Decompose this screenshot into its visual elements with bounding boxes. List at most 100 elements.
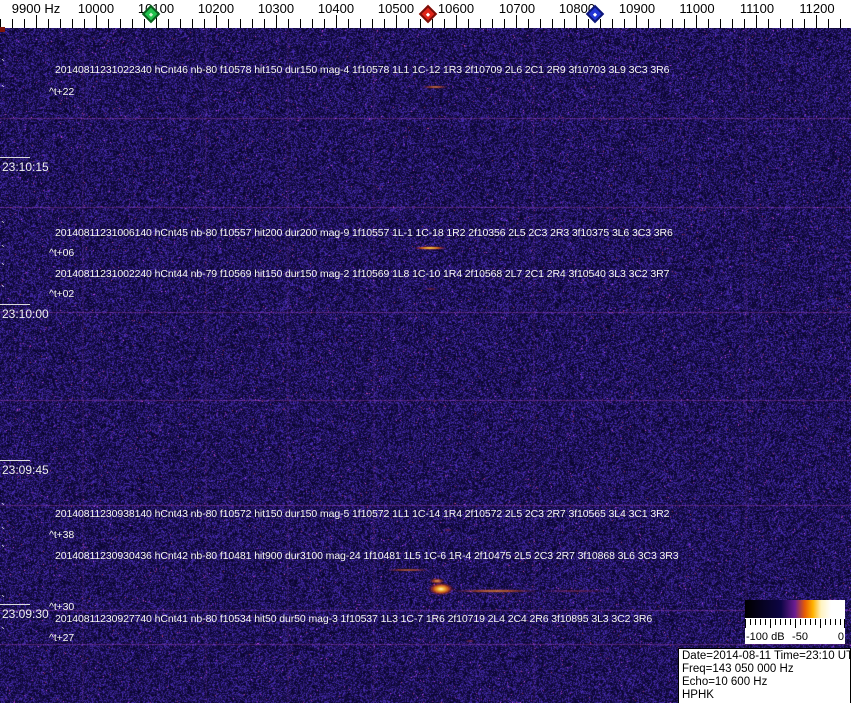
- ruler-major-tick: [756, 15, 757, 28]
- info-box-line: Freq=143 050 000 Hz: [682, 663, 847, 676]
- frequency-tick-label: 10900: [619, 1, 655, 16]
- ruler-minor-tick: [672, 19, 673, 28]
- marker-center-dot: [149, 12, 153, 16]
- ruler-minor-tick: [432, 19, 433, 28]
- colorbar-tick: [745, 619, 746, 628]
- ruler-minor-tick: [828, 19, 829, 28]
- ruler-minor-tick: [744, 19, 745, 28]
- ruler-major-tick: [276, 15, 277, 28]
- left-edge-tick: `: [1, 60, 5, 68]
- ruler-major-tick: [96, 15, 97, 28]
- ruler-minor-tick: [24, 19, 25, 28]
- detection-time-tag: ^t+30: [49, 601, 74, 613]
- frequency-tick-label: 11000: [679, 1, 714, 16]
- ruler-minor-tick: [324, 19, 325, 28]
- ruler-minor-tick: [708, 19, 709, 28]
- ruler-minor-tick: [624, 19, 625, 28]
- ruler-major-tick: [456, 15, 457, 28]
- ruler-minor-tick: [792, 19, 793, 28]
- ruler-minor-tick: [660, 19, 661, 28]
- colorbar-tick: [750, 619, 751, 625]
- left-edge-tick: `: [1, 504, 5, 512]
- left-edge-tick: `: [1, 86, 5, 94]
- ruler-minor-tick: [264, 19, 265, 28]
- colorbar-tick: [765, 619, 766, 625]
- ruler-minor-tick: [228, 19, 229, 28]
- info-box-line: Date=2014-08-11 Time=23:10 UTC: [682, 650, 847, 663]
- ruler-minor-tick: [840, 19, 841, 28]
- colorbar-tick: [835, 619, 836, 625]
- time-tick-line: [0, 157, 30, 158]
- colorbar-tick: [760, 619, 761, 625]
- spectrogram-waterfall[interactable]: [0, 28, 851, 703]
- colorbar-tick: [770, 619, 771, 628]
- frequency-ruler[interactable]: 9900 Hz 10000 10100 10200 10300 10400 10500 106…: [0, 0, 851, 28]
- frequency-tick-label: 10500: [378, 1, 414, 16]
- time-axis-label: 23:09:45: [2, 463, 49, 477]
- red-frequency-marker-icon[interactable]: [419, 5, 437, 23]
- ruler-minor-tick: [144, 19, 145, 28]
- detection-log-line: 20140811230927740 hCnt41 nb-80 f10534 hi…: [55, 613, 652, 625]
- ruler-minor-tick: [360, 19, 361, 28]
- color-gradient-bar: [745, 600, 845, 618]
- ruler-major-tick: [696, 15, 697, 28]
- ruler-minor-tick: [60, 19, 61, 28]
- ruler-minor-tick: [444, 19, 445, 28]
- colorbar-tick: [795, 619, 796, 628]
- ruler-minor-tick: [192, 19, 193, 28]
- frequency-tick-label: 9900 Hz: [12, 1, 60, 16]
- ruler-minor-tick: [468, 19, 469, 28]
- time-axis-label: 23:09:30: [2, 607, 49, 621]
- detection-log-line: 20140811231022340 hCnt46 nb-80 f10578 hi…: [55, 64, 669, 76]
- ruler-major-tick: [336, 15, 337, 28]
- detection-log-line: 20140811231002240 hCnt44 nb-79 f10569 hi…: [55, 268, 669, 280]
- ruler-minor-tick: [480, 19, 481, 28]
- color-scale-ruler: -100 dB -50 0: [745, 618, 845, 644]
- ruler-major-tick: [516, 15, 517, 28]
- ruler-minor-tick: [48, 19, 49, 28]
- frequency-tick-label: 11100: [740, 1, 774, 16]
- ruler-minor-tick: [288, 19, 289, 28]
- colorbar-tick: [830, 619, 831, 625]
- ruler-minor-tick: [420, 19, 421, 28]
- ruler-minor-tick: [12, 19, 13, 28]
- ruler-minor-tick: [492, 19, 493, 28]
- ruler-major-tick: [396, 15, 397, 28]
- ruler-major-tick: [576, 15, 577, 28]
- colorbar-tick: [810, 619, 811, 625]
- frequency-tick-label: 10200: [198, 1, 234, 16]
- detection-log-line: 20140811230938140 hCnt43 nb-80 f10572 hi…: [55, 508, 669, 520]
- colorbar-tick: [805, 619, 806, 625]
- ruler-minor-tick: [300, 19, 301, 28]
- ruler-minor-tick: [72, 19, 73, 28]
- frequency-tick-label: 10300: [258, 1, 294, 16]
- colorbar-tick: [790, 619, 791, 625]
- ruler-minor-tick: [540, 19, 541, 28]
- frequency-tick-label: 10400: [318, 1, 354, 16]
- marker-center-dot: [426, 12, 430, 16]
- colorbar-tick: [820, 619, 821, 628]
- ruler-minor-tick: [768, 19, 769, 28]
- colorbar-tick: [780, 619, 781, 625]
- ruler-minor-tick: [120, 19, 121, 28]
- colorbar-tick: [800, 619, 801, 625]
- db-color-scale: -100 dB -50 0: [745, 600, 845, 644]
- ruler-minor-tick: [780, 19, 781, 28]
- time-tick-line: [0, 304, 30, 305]
- time-axis-label: 23:10:00: [2, 307, 49, 321]
- left-edge-tick: `: [1, 222, 5, 230]
- ruler-minor-tick: [648, 19, 649, 28]
- ruler-minor-tick: [252, 19, 253, 28]
- left-edge-tick: `: [1, 546, 5, 554]
- time-tick-line: [0, 460, 30, 461]
- ruler-minor-tick: [84, 19, 85, 28]
- frequency-tick-label: 11200: [799, 1, 834, 16]
- ruler-major-tick: [36, 15, 37, 28]
- frequency-tick-label: 10600: [438, 1, 474, 16]
- detection-time-tag: ^t+22: [49, 86, 74, 98]
- colorbar-label: -50: [792, 631, 808, 643]
- ruler-major-tick: [636, 15, 637, 28]
- ruler-minor-tick: [180, 19, 181, 28]
- colorbar-tick: [815, 619, 816, 625]
- ruler-major-tick: [216, 15, 217, 28]
